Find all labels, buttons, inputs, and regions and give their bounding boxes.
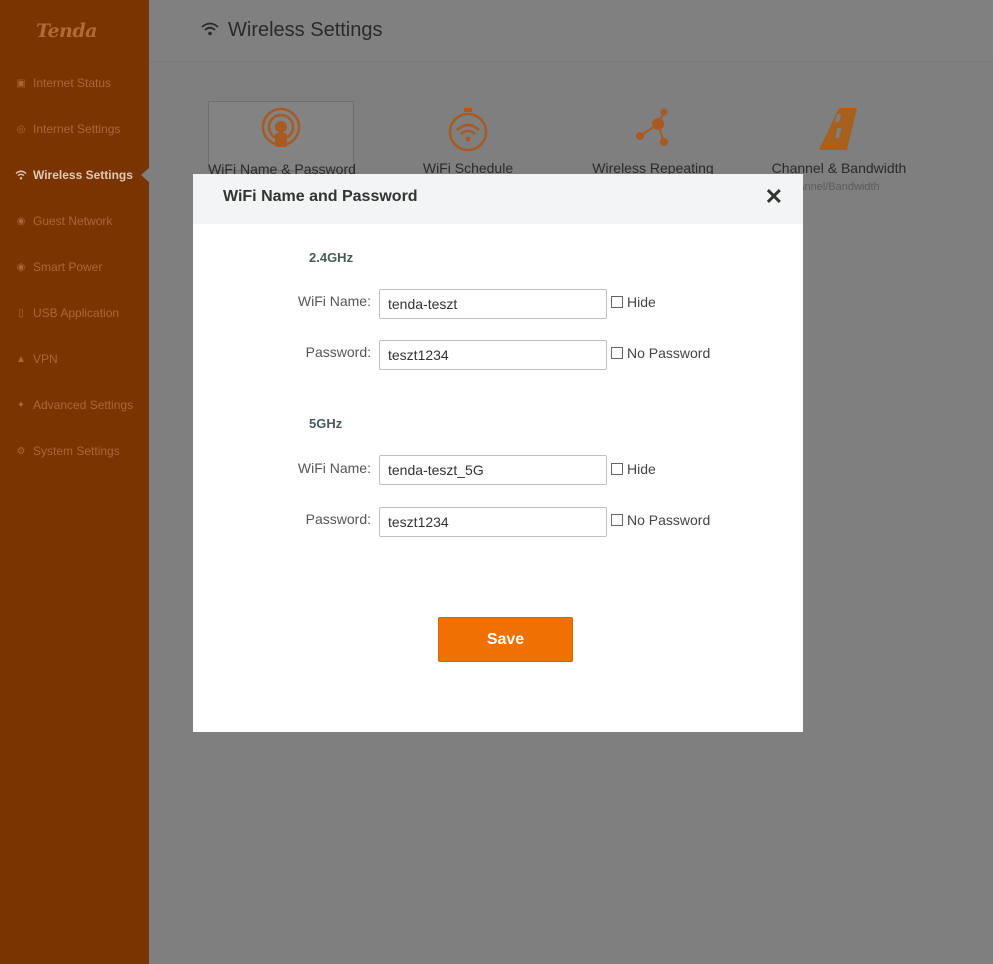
sidebar-item-label: Internet Settings (33, 122, 121, 136)
network-icon: ▣ (16, 77, 26, 89)
checkbox-box[interactable] (611, 296, 623, 308)
guest-icon: ◉ (16, 215, 26, 227)
no-password-checkbox-2-4ghz[interactable]: No Password (611, 345, 710, 361)
close-icon[interactable]: ✕ (765, 186, 783, 208)
password-label-5ghz: Password: (305, 511, 371, 527)
checkbox-label: Hide (627, 294, 656, 310)
sidebar-item-label: Wireless Settings (33, 168, 133, 182)
wifi-name-label-5ghz: WiFi Name: (297, 460, 371, 476)
dialog-header: WiFi Name and Password ✕ (193, 174, 803, 224)
no-password-checkbox-5ghz[interactable]: No Password (611, 512, 710, 528)
sidebar-item-system-settings[interactable]: ⚙ System Settings (0, 428, 149, 474)
checkbox-box[interactable] (611, 514, 623, 526)
tile-wifi-schedule[interactable]: WiFi Schedule (395, 101, 541, 176)
tile-wifi-name-password[interactable]: WiFi Name & Password (208, 101, 356, 177)
checkbox-label: Hide (627, 461, 656, 477)
wifi-name-input-2-4ghz[interactable] (379, 289, 607, 319)
page-header: Wireless Settings (149, 0, 993, 62)
wifi-password-icon (261, 107, 301, 156)
sidebar-nav: ▣ Internet Status ◎ Internet Settings Wi… (0, 60, 150, 474)
hide-checkbox-2-4ghz[interactable]: Hide (611, 294, 656, 310)
page-title: Wireless Settings (228, 19, 383, 41)
tile-channel-bandwidth[interactable]: Channel & Bandwidth annel/Bandwidth (766, 101, 912, 193)
sidebar-item-usb-application[interactable]: ▯ USB Application (0, 290, 149, 336)
wifi-name-password-dialog: WiFi Name and Password ✕ 2.4GHz WiFi Nam… (193, 174, 803, 732)
sidebar-item-label: Guest Network (33, 214, 113, 228)
sidebar-item-label: System Settings (33, 444, 120, 458)
sidebar-item-advanced-settings[interactable]: ✦ Advanced Settings (0, 382, 149, 428)
checkbox-label: No Password (627, 345, 711, 361)
checkbox-box[interactable] (611, 347, 623, 359)
checkbox-box[interactable] (611, 463, 623, 475)
sidebar-item-guest-network[interactable]: ◉ Guest Network (0, 198, 149, 244)
band-label-2-4ghz: 2.4GHz (309, 250, 354, 265)
checkbox-label: No Password (627, 512, 711, 528)
power-icon: ◉ (16, 261, 26, 273)
gear-icon: ⚙ (16, 445, 26, 457)
road-icon (817, 106, 861, 155)
band-label-5ghz: 5GHz (309, 416, 343, 431)
vpn-icon: ▲ (16, 353, 26, 365)
save-button[interactable]: Save (438, 617, 573, 662)
sidebar-item-smart-power[interactable]: ◉ Smart Power (0, 244, 149, 290)
globe-icon: ◎ (16, 123, 26, 135)
password-label-2-4ghz: Password: (305, 344, 371, 360)
wrench-icon: ✦ (16, 399, 26, 411)
sidebar: Tenda ▣ Internet Status ◎ Internet Setti… (0, 0, 150, 964)
wifi-name-input-5ghz[interactable] (379, 455, 607, 485)
usb-icon: ▯ (18, 307, 24, 319)
wifi-icon (15, 169, 27, 181)
password-input-5ghz[interactable] (379, 507, 607, 537)
wifi-name-label-2-4ghz: WiFi Name: (297, 293, 371, 309)
sidebar-item-internet-settings[interactable]: ◎ Internet Settings (0, 106, 149, 152)
sidebar-item-label: Advanced Settings (33, 398, 134, 412)
dialog-title: WiFi Name and Password (223, 188, 418, 205)
repeating-icon (630, 106, 676, 155)
password-input-2-4ghz[interactable] (379, 340, 607, 370)
tile-box: Channel & Bandwidth annel/Bandwidth (766, 101, 912, 193)
tile-box: WiFi Schedule (395, 101, 541, 176)
hide-checkbox-5ghz[interactable]: Hide (611, 461, 656, 477)
sidebar-item-label: VPN (33, 352, 58, 366)
tile-wireless-repeating[interactable]: Wireless Repeating (580, 101, 726, 176)
sidebar-item-label: Internet Status (33, 76, 112, 90)
tile-box: WiFi Name & Password (208, 101, 356, 177)
wifi-schedule-icon (446, 106, 490, 157)
tile-box: Wireless Repeating (580, 101, 726, 176)
sidebar-item-label: Smart Power (33, 260, 103, 274)
wifi-icon (201, 22, 219, 41)
tenda-logo: Tenda (36, 20, 97, 42)
sidebar-item-wireless-settings[interactable]: Wireless Settings (0, 152, 150, 198)
sidebar-item-vpn[interactable]: ▲ VPN (0, 336, 149, 382)
sidebar-item-internet-status[interactable]: ▣ Internet Status (0, 60, 149, 106)
sidebar-item-label: USB Application (33, 306, 120, 320)
